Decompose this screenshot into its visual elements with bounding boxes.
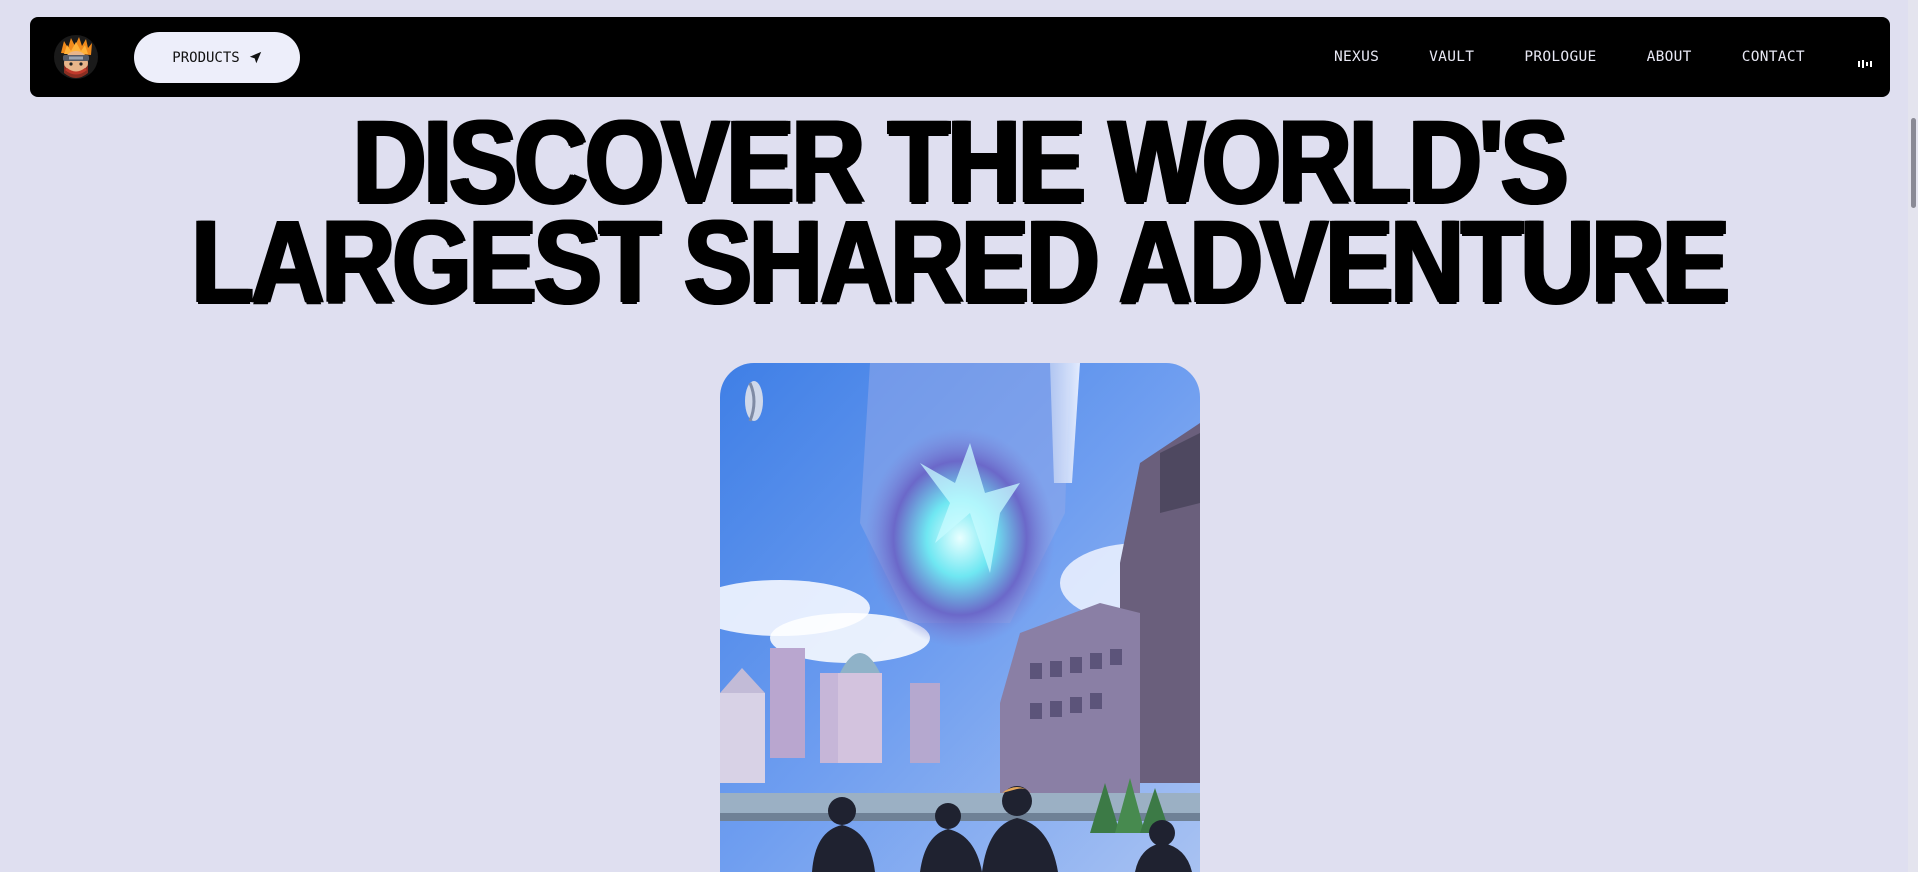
audio-bars-icon[interactable] — [1858, 53, 1872, 68]
nav-link-nexus[interactable]: NEXUS — [1334, 49, 1379, 65]
scrollbar-thumb[interactable] — [1911, 118, 1916, 208]
hero-image — [720, 363, 1200, 872]
nav-link-contact[interactable]: CONTACT — [1742, 49, 1805, 65]
fantasy-city-illustration — [720, 363, 1200, 872]
nav-link-prologue[interactable]: PROLOGUE — [1524, 49, 1596, 65]
page-scrollbar[interactable] — [1908, 0, 1918, 872]
logo-icon[interactable] — [52, 33, 100, 81]
products-button[interactable]: PRODUCTS — [134, 32, 300, 83]
top-navbar: PRODUCTS NEXUS VAULT PROLOGUE ABOUT CONT… — [30, 17, 1890, 97]
nav-link-vault[interactable]: VAULT — [1429, 49, 1474, 65]
products-label: PRODUCTS — [172, 49, 240, 66]
hero-title-line-2: LARGEST SHARED ADVENTURE — [191, 196, 1729, 328]
paper-plane-icon — [249, 51, 261, 64]
hero-title: DISCOVER THE WORLD'S LARGEST SHARED ADVE… — [0, 103, 1918, 328]
nav-link-about[interactable]: ABOUT — [1647, 49, 1692, 65]
nav-links: NEXUS VAULT PROLOGUE ABOUT CONTACT — [1334, 17, 1805, 97]
